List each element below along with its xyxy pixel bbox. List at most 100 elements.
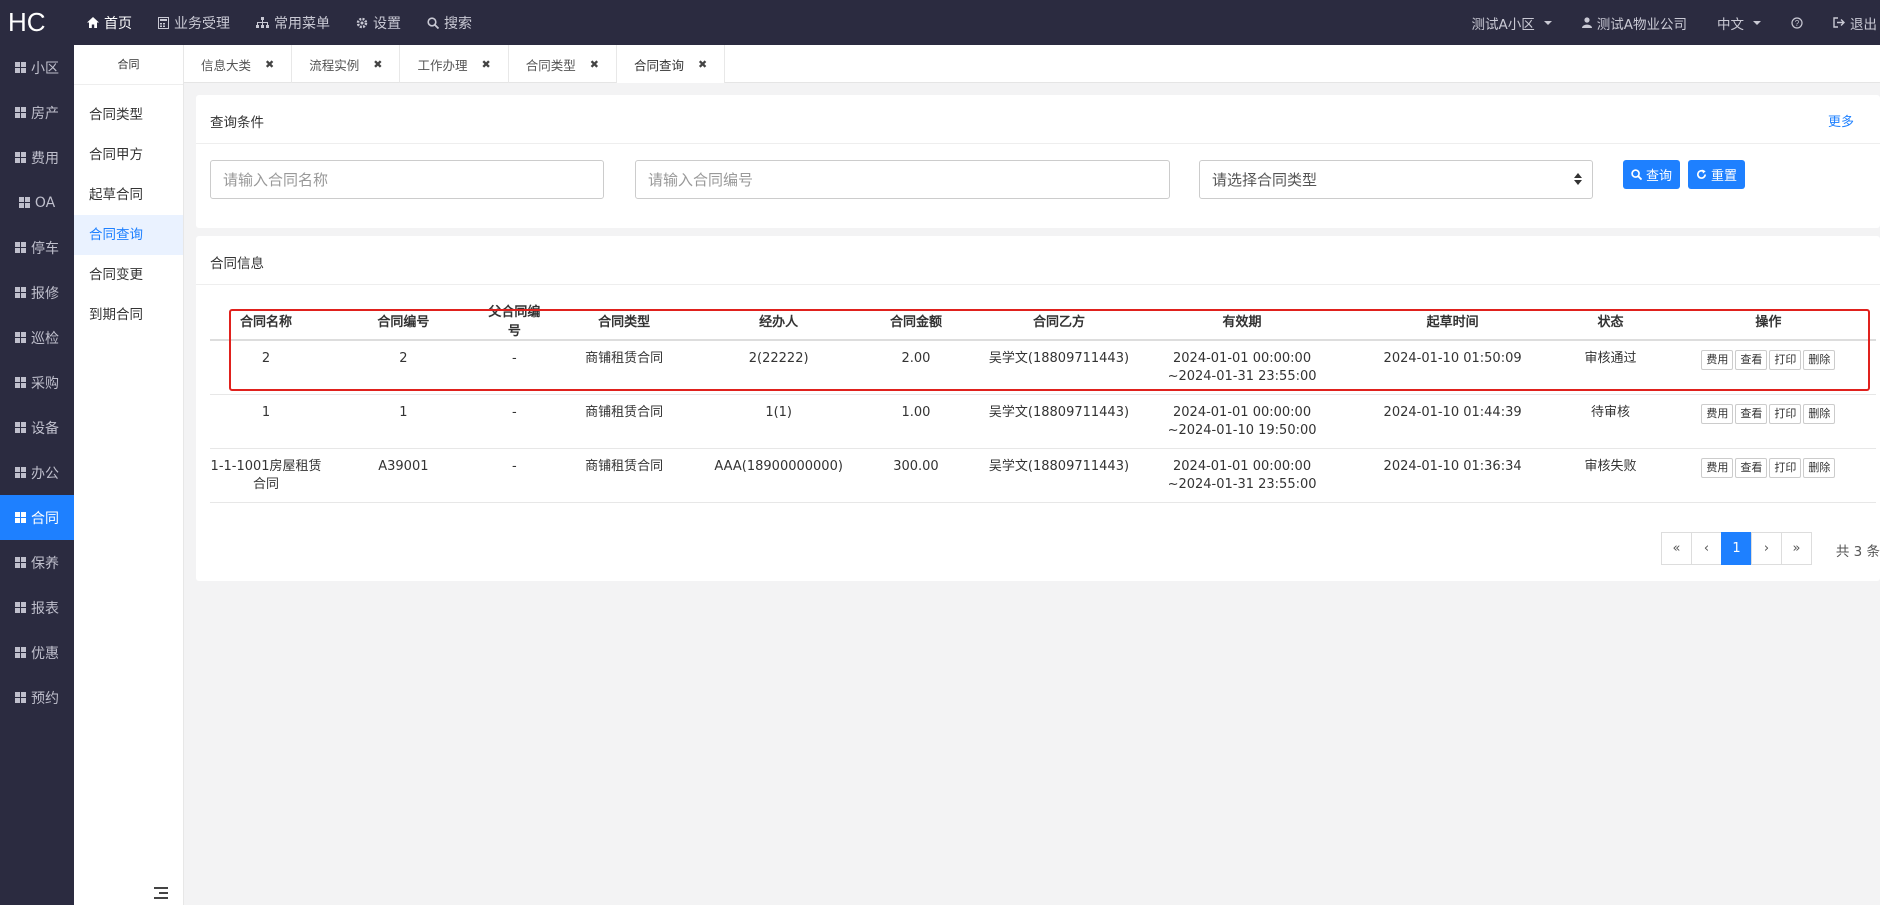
select-arrows-icon	[1574, 173, 1582, 185]
print-button[interactable]: 打印	[1769, 457, 1802, 478]
fee-button[interactable]: 费用	[1701, 350, 1734, 370]
fee-button[interactable]: 费用	[1701, 403, 1734, 424]
submenu-item[interactable]: 合同类型	[74, 95, 183, 135]
cell-party-b: 吴学文(18809711443)	[978, 448, 1140, 503]
cell-type: 商铺租赁合同	[544, 448, 705, 503]
nav-search[interactable]: 搜索	[414, 0, 485, 45]
submenu-item[interactable]: 合同变更	[74, 255, 183, 295]
main-menu-item[interactable]: 保养	[0, 540, 74, 585]
cell-type: 商铺租赁合同	[544, 340, 705, 395]
community-dropdown[interactable]: 测试A小区	[1457, 0, 1567, 45]
submenu-item[interactable]: 起草合同	[74, 175, 183, 215]
cell-code: A39001	[322, 448, 485, 503]
main-menu-item[interactable]: 停车	[0, 225, 74, 270]
cell-handler: 2(22222)	[704, 340, 854, 395]
view-button[interactable]: 查看	[1735, 403, 1768, 424]
company-user[interactable]: 测试A物业公司	[1567, 0, 1702, 45]
main-menu-item[interactable]: 房产	[0, 90, 74, 135]
tab[interactable]: 合同查询 ✖	[616, 45, 726, 83]
main-sidebar: 小区 房产 费用 OA 停车报修 巡检采购设备 办公 合同 保养 报表 优惠 预约	[0, 45, 74, 905]
column-header: 有效期	[1139, 301, 1346, 341]
main-menu-item[interactable]: 费用	[0, 135, 74, 180]
cell-name: 2	[210, 340, 323, 395]
tab[interactable]: 流程实例 ✖	[292, 45, 401, 83]
close-icon[interactable]: ✖	[481, 58, 490, 71]
print-button[interactable]: 打印	[1769, 403, 1802, 424]
logout-button[interactable]: 退出	[1818, 0, 1880, 45]
nav-common-menu[interactable]: 常用菜单	[243, 0, 343, 45]
fee-button[interactable]: 费用	[1701, 457, 1734, 478]
close-icon[interactable]: ✖	[265, 58, 274, 71]
column-header: 合同类型	[544, 301, 705, 341]
close-icon[interactable]: ✖	[590, 58, 599, 71]
main-menu-item[interactable]: 优惠	[0, 630, 74, 675]
main-menu-item[interactable]: OA	[0, 180, 74, 225]
contract-code-placeholder: 请输入合同编号	[648, 171, 754, 189]
grid-icon	[15, 512, 26, 523]
language-dropdown[interactable]: 中文	[1702, 0, 1776, 45]
grid-icon	[15, 647, 26, 658]
brand-logo[interactable]: HC	[0, 7, 74, 38]
nav-home[interactable]: 首页	[74, 0, 145, 45]
tab[interactable]: 工作办理 ✖	[400, 45, 509, 83]
collapse-menu-icon[interactable]	[154, 887, 170, 899]
close-icon[interactable]: ✖	[698, 58, 707, 71]
cell-code: 2	[322, 340, 485, 395]
first-page-button[interactable]: «	[1661, 532, 1692, 565]
reset-button[interactable]: 重置	[1688, 160, 1746, 189]
next-page-button[interactable]: ›	[1751, 532, 1782, 565]
submenu-item[interactable]: 合同甲方	[74, 135, 183, 175]
cell-validity: 2024-01-01 00:00:00 ~2024-01-31 23:55:00	[1139, 340, 1346, 395]
nav-business-label: 业务受理	[174, 15, 230, 32]
contract-type-select[interactable]: 请选择合同类型	[1199, 160, 1593, 199]
validity-end: ~2024-01-31 23:55:00	[1167, 476, 1317, 492]
more-link[interactable]: 更多	[1828, 111, 1854, 130]
delete-button[interactable]: 删除	[1803, 403, 1836, 424]
nav-search-label: 搜索	[444, 15, 472, 32]
tab[interactable]: 信息大类 ✖	[184, 45, 293, 83]
caret-down-icon	[1753, 20, 1761, 25]
contract-code-input[interactable]: 请输入合同编号	[635, 160, 1170, 199]
tab[interactable]: 合同类型 ✖	[509, 45, 617, 83]
main-menu-item[interactable]: 小区	[0, 45, 74, 90]
cell-type: 商铺租赁合同	[544, 394, 705, 449]
submenu-item[interactable]: 合同查询	[74, 215, 183, 255]
main-menu-item[interactable]: 设备	[0, 405, 74, 450]
contract-info-panel: 合同信息 合同名称 合同编号 父合同编号 合同类型 经办人 合同金额 合同乙方 有效期 起草时间…	[196, 236, 1880, 581]
main-menu-item[interactable]: 报修	[0, 270, 74, 315]
last-page-button[interactable]: »	[1781, 532, 1812, 565]
main-menu-item[interactable]: 办公	[0, 450, 74, 495]
view-button[interactable]: 查看	[1735, 457, 1768, 478]
page-1-button[interactable]: 1	[1721, 532, 1752, 565]
main-menu-item[interactable]: 合同	[0, 495, 74, 540]
user-icon	[1581, 17, 1592, 28]
validity-end: ~2024-01-31 23:55:00	[1167, 369, 1317, 384]
submenu-item[interactable]: 到期合同	[74, 295, 183, 335]
help-button[interactable]: ?	[1776, 0, 1818, 45]
contract-type-placeholder: 请选择合同类型	[1212, 171, 1318, 189]
tab-label: 合同类型	[525, 57, 576, 73]
main-menu-label: 采购	[31, 375, 59, 392]
nav-settings[interactable]: 设置	[343, 0, 414, 45]
search-icon	[427, 16, 439, 29]
delete-button[interactable]: 删除	[1803, 350, 1836, 370]
main-menu-item[interactable]: 巡检	[0, 315, 74, 360]
print-button[interactable]: 打印	[1769, 350, 1802, 370]
main-menu-label: 停车	[31, 240, 59, 257]
delete-button[interactable]: 删除	[1803, 457, 1836, 478]
nav-business[interactable]: 业务受理	[145, 0, 243, 45]
search-button[interactable]: 查询	[1623, 160, 1681, 189]
grid-icon	[15, 377, 26, 388]
prev-page-button[interactable]: ‹	[1691, 532, 1722, 565]
total-count: 共 3 条	[1835, 544, 1880, 560]
company-name: 测试A物业公司	[1596, 16, 1687, 33]
main-menu-item[interactable]: 采购	[0, 360, 74, 405]
table-row: 1-1-1001房屋租赁合同 A39001- 商铺租赁合同 AAA(189000000…	[210, 448, 1876, 503]
contract-name-input[interactable]: 请输入合同名称	[210, 160, 604, 199]
view-button[interactable]: 查看	[1735, 350, 1768, 370]
cell-draft-time: 2024-01-10 01:44:39	[1345, 394, 1561, 449]
main-menu-item[interactable]: 报表	[0, 585, 74, 630]
close-icon[interactable]: ✖	[373, 58, 382, 71]
main-menu-item[interactable]: 预约	[0, 675, 74, 720]
refresh-icon	[1697, 169, 1706, 179]
